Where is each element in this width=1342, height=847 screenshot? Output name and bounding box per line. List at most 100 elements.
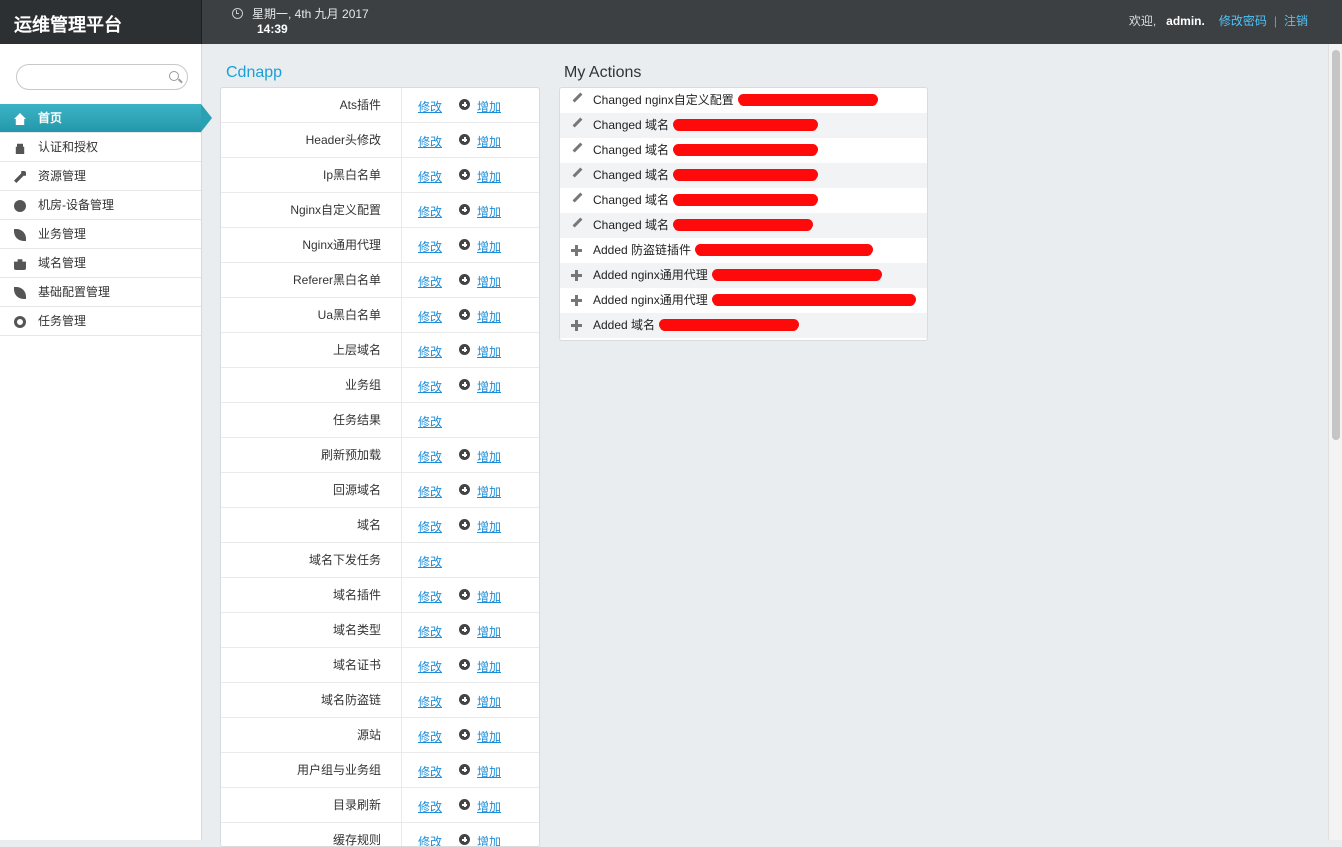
edit-link[interactable]: 修改 <box>418 798 442 815</box>
edit-link[interactable]: 修改 <box>418 693 442 710</box>
date-text: 星期一, 4th 九月 2017 <box>252 7 369 21</box>
plus-circle-icon <box>459 449 470 460</box>
edit-link[interactable]: 修改 <box>418 483 442 500</box>
table-row: 用户组与业务组 修改 增加 <box>221 753 539 788</box>
model-name: 上层域名 <box>221 333 402 368</box>
list-item: Added nginx通用代理 <box>560 263 927 288</box>
add-link[interactable]: 增加 <box>459 168 501 185</box>
pencil-icon <box>572 117 583 128</box>
model-name: 域名插件 <box>221 578 402 613</box>
edit-link[interactable]: 修改 <box>418 518 442 535</box>
list-item: Added 防盗链插件 <box>560 238 927 263</box>
add-link[interactable]: 增加 <box>459 728 501 745</box>
action-text: Added nginx通用代理 <box>593 268 708 282</box>
sidebar-item-4[interactable]: 业务管理 <box>0 220 201 249</box>
search-icon[interactable] <box>169 71 179 81</box>
sidebar-item-6[interactable]: 基础配置管理 <box>0 278 201 307</box>
sidebar-item-label: 资源管理 <box>38 169 87 183</box>
plus-circle-icon <box>459 204 470 215</box>
add-link[interactable]: 增加 <box>459 833 501 846</box>
redaction-mark[interactable] <box>659 319 800 331</box>
redaction-mark[interactable] <box>673 194 819 206</box>
plus-circle-icon <box>459 134 470 145</box>
plus-icon <box>571 295 582 306</box>
sidebar-item-2[interactable]: 资源管理 <box>0 162 201 191</box>
model-name: Ua黑白名单 <box>221 298 402 333</box>
edit-link[interactable]: 修改 <box>418 238 442 255</box>
edit-link[interactable]: 修改 <box>418 168 442 185</box>
sidebar-item-0[interactable]: 首页 <box>0 104 212 133</box>
add-link[interactable]: 增加 <box>459 518 502 535</box>
add-link[interactable]: 增加 <box>459 623 501 640</box>
edit-link[interactable]: 修改 <box>418 763 442 780</box>
edit-link[interactable]: 修改 <box>418 588 442 605</box>
redaction-mark[interactable] <box>673 119 819 131</box>
redaction-mark[interactable] <box>695 244 874 256</box>
add-label: 增加 <box>477 520 502 534</box>
logout-link[interactable]: 注销 <box>1284 14 1308 28</box>
add-link[interactable]: 增加 <box>459 343 501 360</box>
add-link[interactable]: 增加 <box>459 588 501 605</box>
edit-link[interactable]: 修改 <box>418 833 442 846</box>
add-link[interactable]: 增加 <box>459 483 501 500</box>
add-link[interactable]: 增加 <box>459 798 501 815</box>
user-menu: 欢迎, admin. 修改密码 | 注销 <box>1129 12 1308 29</box>
edit-link[interactable]: 修改 <box>418 448 442 465</box>
page-scrollbar[interactable] <box>1328 44 1342 840</box>
add-link[interactable]: 增加 <box>459 308 501 325</box>
action-text: Changed 域名 <box>593 143 670 157</box>
add-link[interactable]: 增加 <box>459 203 502 220</box>
add-label: 增加 <box>477 135 502 149</box>
edit-link[interactable]: 修改 <box>418 658 442 675</box>
redaction-mark[interactable] <box>673 144 819 156</box>
add-link[interactable]: 增加 <box>459 273 501 290</box>
pencil-icon <box>572 92 583 103</box>
leaf-icon <box>14 229 26 241</box>
cdnapp-panel: Ats插件 修改 增加 Header头修改 修改 增加 Ip黑白名单 修改 增加 Nginx自定义… <box>220 87 540 847</box>
edit-link[interactable]: 修改 <box>418 378 442 395</box>
action-text: Changed 域名 <box>593 168 670 182</box>
plus-circle-icon <box>459 589 470 600</box>
sidebar-item-label: 域名管理 <box>38 256 87 270</box>
pencil-icon <box>572 167 583 178</box>
edit-link[interactable]: 修改 <box>418 273 442 290</box>
redaction-mark[interactable] <box>711 269 882 281</box>
add-link[interactable]: 增加 <box>459 693 501 710</box>
redaction-mark[interactable] <box>673 169 819 181</box>
add-link[interactable]: 增加 <box>459 378 501 395</box>
pencil-icon <box>572 217 583 228</box>
redaction-mark[interactable] <box>711 294 916 306</box>
edit-link[interactable]: 修改 <box>418 98 442 115</box>
redaction-mark[interactable] <box>673 219 814 231</box>
action-text: Added 域名 <box>593 318 656 332</box>
add-link[interactable]: 增加 <box>459 133 502 150</box>
add-link[interactable]: 增加 <box>459 98 501 115</box>
sidebar-item-3[interactable]: 机房-设备管理 <box>0 191 201 220</box>
plus-icon <box>571 270 582 281</box>
scrollbar-thumb[interactable] <box>1332 50 1340 440</box>
add-link[interactable]: 增加 <box>459 448 501 465</box>
edit-link[interactable]: 修改 <box>418 203 442 220</box>
table-row: 刷新预加载 修改 增加 <box>221 438 539 473</box>
edit-link[interactable]: 修改 <box>418 728 442 745</box>
edit-link[interactable]: 修改 <box>418 413 442 430</box>
edit-link[interactable]: 修改 <box>418 343 442 360</box>
search-input[interactable] <box>16 64 188 90</box>
plus-circle-icon <box>459 379 470 390</box>
add-link[interactable]: 增加 <box>459 763 501 780</box>
edit-link[interactable]: 修改 <box>418 308 442 325</box>
edit-link[interactable]: 修改 <box>418 623 442 640</box>
redaction-mark[interactable] <box>737 94 878 106</box>
table-row: 源站 修改 增加 <box>221 718 539 753</box>
add-label: 增加 <box>477 205 502 219</box>
sidebar-item-5[interactable]: 域名管理 <box>0 249 201 278</box>
change-password-link[interactable]: 修改密码 <box>1219 14 1267 28</box>
sidebar-item-7[interactable]: 任务管理 <box>0 307 201 336</box>
table-row: Referer黑白名单 修改 增加 <box>221 263 539 298</box>
edit-link[interactable]: 修改 <box>418 133 442 150</box>
add-link[interactable]: 增加 <box>459 658 501 675</box>
edit-link[interactable]: 修改 <box>418 553 442 570</box>
sidebar-item-1[interactable]: 认证和授权 <box>0 133 201 162</box>
action-text: Added nginx通用代理 <box>593 293 708 307</box>
add-link[interactable]: 增加 <box>459 238 501 255</box>
